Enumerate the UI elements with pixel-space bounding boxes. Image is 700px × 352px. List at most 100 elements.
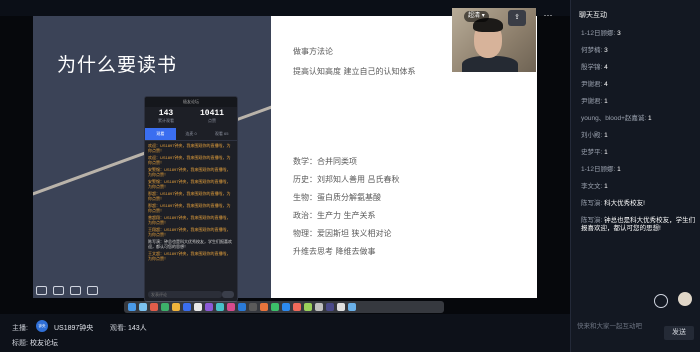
live-message: 安警惕：US1897钟央，我来围观你的直播啦，为你点赞！ xyxy=(148,179,231,189)
app-dock xyxy=(124,301,444,313)
dock-app-icon[interactable] xyxy=(139,303,147,311)
chat-message: 尹谢君: 4 xyxy=(581,81,699,89)
pen-icon[interactable] xyxy=(53,286,64,295)
chat-text: 4 xyxy=(604,81,608,88)
live-message: 王文超：US1897钟央，我来围观你的直播啦，为你点赞！ xyxy=(148,251,231,261)
tab-watch[interactable]: 观看 xyxy=(145,128,176,140)
tab-viewers[interactable]: 观看 65 xyxy=(206,128,237,140)
chat-user: 1-12日顾娜: xyxy=(581,166,616,173)
slide-line-3: 生物：蛋白质分解氨基酸 xyxy=(293,193,381,202)
chat-message: 殷学锦: 4 xyxy=(581,64,699,72)
live-panel-tabs: 观看 连麦 0 观看 65 xyxy=(145,128,237,141)
topic-title: 校友论坛 xyxy=(30,340,58,347)
dock-app-icon[interactable] xyxy=(282,303,290,311)
dock-app-icon[interactable] xyxy=(293,303,301,311)
slide-nav-icons xyxy=(36,286,98,295)
chat-user: 陈写演: xyxy=(581,200,603,207)
live-message: 安警惕：US1897钟央，我来围观你的直播啦，为你点赞！ xyxy=(148,167,231,177)
chat-text: 3 xyxy=(604,47,608,54)
live-send-button[interactable] xyxy=(222,291,234,298)
dock-app-icon[interactable] xyxy=(183,303,191,311)
host-name: US1897钟央 xyxy=(54,325,94,332)
dock-app-icon[interactable] xyxy=(238,303,246,311)
dock-app-icon[interactable] xyxy=(128,303,136,311)
chat-message: 何梦楠: 3 xyxy=(581,47,699,55)
quality-label: 超清 xyxy=(468,13,481,19)
slide-line-2: 历史：刘邦知人善用 吕氏春秋 xyxy=(293,175,400,184)
stream-info-bar: 主播: 钟央 US1897钟央 观看: 143人 标题: 校友论坛 xyxy=(0,314,570,352)
dock-app-icon[interactable] xyxy=(348,303,356,311)
live-panel-messages: 欢迎：US1897钟央，我来围观你的直播啦，为你点赞！ 欢迎：US1897钟央，… xyxy=(145,141,237,265)
send-button[interactable]: 发送 xyxy=(664,326,694,340)
live-message: 曾超翔：US1897钟央，我来围观你的直播啦，为你点赞！ xyxy=(148,215,231,225)
chat-user: 史梦平: xyxy=(581,149,603,156)
dock-app-icon[interactable] xyxy=(249,303,257,311)
chat-text: 1 xyxy=(617,166,621,173)
dock-app-icon[interactable] xyxy=(337,303,345,311)
dock-app-icon[interactable] xyxy=(271,303,279,311)
slide-line-4: 政治：生产力 生产关系 xyxy=(293,211,376,220)
more-options-icon[interactable]: ··· xyxy=(538,8,558,24)
stat-views-num: 143 xyxy=(158,109,174,118)
live-stream-window: 为什么要读书 做事方法论 提高认知高度 建立自己的认知体系 数学：合并同类项 历… xyxy=(0,0,700,352)
live-message: 欢迎：US1897钟央，我来围观你的直播啦，为你点赞！ xyxy=(148,143,231,153)
dock-app-icon[interactable] xyxy=(315,303,323,311)
tab-mic[interactable]: 连麦 0 xyxy=(176,128,207,140)
viewers-label: 观看: xyxy=(110,325,126,332)
chat-message: 1-12日顾娜: 1 xyxy=(581,166,699,174)
stat-likes: 10411 点赞 xyxy=(200,109,224,124)
live-overlay-panel: 极友论坛 143 累计观看 10411 点赞 观看 连麦 0 观看 65 欢迎：… xyxy=(144,96,238,302)
presenter-body xyxy=(462,56,518,72)
quality-selector[interactable]: 超清 ▾ xyxy=(464,11,489,22)
prev-arrow-icon[interactable] xyxy=(36,286,47,295)
dock-app-icon[interactable] xyxy=(194,303,202,311)
chat-input[interactable]: 快来和大家一起互动吧 xyxy=(577,320,642,330)
live-comment-input[interactable]: 发表评论 xyxy=(148,291,222,298)
dock-app-icon[interactable] xyxy=(227,303,235,311)
dock-app-icon[interactable] xyxy=(205,303,213,311)
chat-user: young、blood+赵嘉诚: xyxy=(581,115,647,122)
chat-user: 刘小殿: xyxy=(581,132,603,139)
next-arrow-icon[interactable] xyxy=(87,286,98,295)
chat-user: 陈写演: xyxy=(581,217,603,224)
viewers-count: 143人 xyxy=(128,325,147,332)
screen-icon[interactable] xyxy=(70,286,81,295)
dock-app-icon[interactable] xyxy=(304,303,312,311)
stat-views: 143 累计观看 xyxy=(158,109,174,124)
slide-heading-1: 做事方法论 xyxy=(293,47,333,56)
slide-line-5: 物理：爱因斯坦 狭义相对论 xyxy=(293,229,392,238)
live-message: 那超：US1897钟央，我来围观你的直播啦，为你点赞！ xyxy=(148,203,231,213)
webcam-feed: 超清 ▾ ⇪ xyxy=(452,8,536,72)
chat-text: 1 xyxy=(604,98,608,105)
chat-message: 刘小殿: 1 xyxy=(581,132,699,140)
chat-text: 4 xyxy=(604,64,608,71)
chat-user: 何梦楠: xyxy=(581,47,603,54)
chat-message: 1-12日顾娜: 3 xyxy=(581,30,699,38)
chat-text: 3 xyxy=(617,30,621,37)
slide-heading-2: 提高认知高度 建立自己的认知体系 xyxy=(293,67,416,76)
share-icon[interactable]: ⇪ xyxy=(508,10,526,26)
slide-title: 为什么要读书 xyxy=(57,54,178,76)
chat-message: young、blood+赵嘉诚: 1 xyxy=(581,115,699,123)
dock-app-icon[interactable] xyxy=(260,303,268,311)
chat-title: 聊天互动 xyxy=(579,12,607,19)
link-icon[interactable] xyxy=(654,294,668,308)
chat-message: 陈写演: 科大优秀校友! xyxy=(581,200,699,208)
dock-app-icon[interactable] xyxy=(161,303,169,311)
live-panel-stats: 143 累计观看 10411 点赞 xyxy=(145,107,237,124)
host-label: 主播: xyxy=(12,325,28,332)
slide-line-6: 升维去思考 降维去做事 xyxy=(293,247,376,256)
chat-user: 殷学锦: xyxy=(581,64,603,71)
live-panel-header: 极友论坛 xyxy=(145,97,237,107)
user-avatar[interactable] xyxy=(678,292,692,306)
dock-app-icon[interactable] xyxy=(326,303,334,311)
chat-text: 1 xyxy=(648,115,652,122)
topic-label: 标题: xyxy=(12,340,28,347)
chevron-down-icon: ▾ xyxy=(481,13,485,19)
chat-text: 1 xyxy=(604,149,608,156)
dock-app-icon[interactable] xyxy=(172,303,180,311)
chat-message: 李文文: 1 xyxy=(581,183,699,191)
live-message: 陈写演：钟总也是科大优秀校友，学生们报喜欢迎，都认可您的思想！ xyxy=(148,239,232,249)
dock-app-icon[interactable] xyxy=(216,303,224,311)
dock-app-icon[interactable] xyxy=(150,303,158,311)
